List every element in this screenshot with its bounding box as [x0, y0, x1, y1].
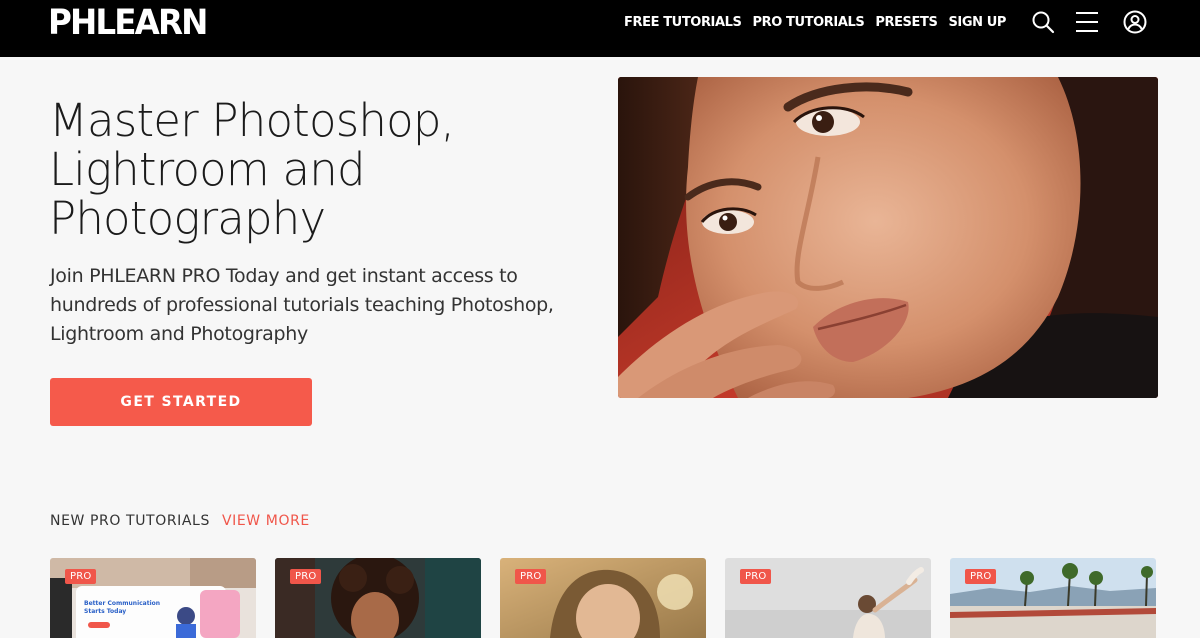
view-more-link[interactable]: VIEW MORE	[222, 512, 310, 530]
hero-title-line: Lightroom and	[49, 143, 366, 196]
nav-presets[interactable]: PRESETS	[875, 14, 937, 32]
pro-badge: PRO	[65, 569, 97, 584]
menu-icon[interactable]	[1074, 10, 1100, 34]
tutorial-card[interactable]: PRO	[725, 558, 931, 638]
pro-badge: PRO	[290, 569, 322, 584]
tutorial-card[interactable]: Better Communication Starts Today PRO	[50, 558, 256, 638]
nav-sign-up[interactable]: SIGN UP	[948, 14, 1006, 32]
hero-description-line: Join PHLEARN PRO Today and get instant a…	[50, 265, 518, 287]
card-thumbnail-text: Better Communication Starts Today	[84, 600, 161, 615]
hero-title-line: Photography	[49, 192, 326, 245]
hero-title-line: Master Photoshop,	[49, 94, 455, 147]
pro-badge: PRO	[740, 569, 772, 584]
tutorial-cards: Better Communication Starts Today PRO PR…	[50, 558, 1160, 638]
tutorial-card[interactable]: PRO	[500, 558, 706, 638]
hero-title: Master Photoshop, Lightroom and Photogra…	[49, 96, 589, 243]
pro-badge: PRO	[965, 569, 997, 584]
tutorial-card[interactable]: PRO	[275, 558, 481, 638]
nav-pro-tutorials[interactable]: PRO TUTORIALS	[753, 14, 865, 32]
hero-description-line: hundreds of professional tutorials teach…	[50, 294, 554, 316]
tutorial-card[interactable]: PRO	[950, 558, 1156, 638]
pro-badge: PRO	[515, 569, 547, 584]
section-title: NEW PRO TUTORIALS	[50, 513, 210, 529]
get-started-button[interactable]: GET STARTED	[50, 378, 312, 426]
phlearn-logo[interactable]: PHLEARN	[48, 3, 208, 43]
nav-free-tutorials[interactable]: FREE TUTORIALS	[624, 14, 742, 32]
hero-description-line: Lightroom and Photography	[50, 323, 308, 345]
hero-description: Join PHLEARN PRO Today and get instant a…	[50, 262, 570, 349]
top-navbar: PHLEARN FREE TUTORIALS PRO TUTORIALS PRE…	[0, 0, 1200, 57]
search-icon[interactable]	[1031, 10, 1055, 34]
main-nav: FREE TUTORIALS PRO TUTORIALS PRESETS SIG…	[624, 14, 1006, 32]
section-header: NEW PRO TUTORIALS VIEW MORE	[50, 512, 310, 530]
account-icon[interactable]	[1123, 10, 1147, 34]
hero-portrait-image	[618, 77, 1158, 398]
